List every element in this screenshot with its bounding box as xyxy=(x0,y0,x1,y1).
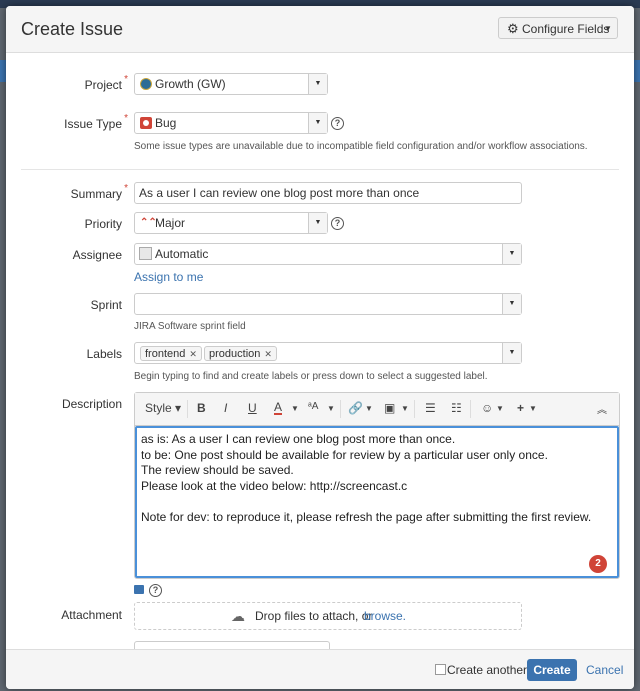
help-icon[interactable]: ? xyxy=(149,584,162,597)
toolbar-separator xyxy=(414,400,415,418)
plus-icon[interactable]: + xyxy=(517,401,524,415)
upload-cloud-icon: ☁ xyxy=(231,608,245,624)
labels-label: Labels xyxy=(86,347,122,361)
bug-icon xyxy=(140,117,152,129)
chevron-down-icon[interactable]: ▼ xyxy=(502,294,521,314)
issue-type-label: Issue Type * xyxy=(64,113,128,131)
chevron-down-icon[interactable]: ▼ xyxy=(308,113,327,133)
create-button[interactable]: Create xyxy=(527,659,577,681)
description-line: to be: One post should be available for … xyxy=(141,448,548,462)
issue-type-select[interactable]: Bug ▼ xyxy=(134,112,328,134)
assign-to-me-link[interactable]: Assign to me xyxy=(134,270,203,284)
chevron-down-icon[interactable]: ▼ xyxy=(529,404,537,413)
editor-mode-icon[interactable] xyxy=(134,585,144,594)
collapse-toolbar-icon[interactable]: ︽ xyxy=(597,401,607,416)
close-icon[interactable]: ✕ xyxy=(264,349,272,359)
configure-fields-button[interactable]: ⚙ Configure Fields ▼ xyxy=(498,17,618,39)
underline-button[interactable]: U xyxy=(248,401,257,415)
chevron-down-icon[interactable]: ▼ xyxy=(496,404,504,413)
required-marker: * xyxy=(124,183,128,194)
chevron-down-icon[interactable]: ▼ xyxy=(365,404,373,413)
description-line: The review should be saved. xyxy=(141,463,294,477)
assignee-label: Assignee xyxy=(72,248,122,262)
text-color-button[interactable]: A xyxy=(274,401,283,415)
chevron-down-icon: ▼ xyxy=(604,24,612,33)
label-tag-text: frontend xyxy=(145,348,186,360)
sprint-note: JIRA Software sprint field xyxy=(134,321,246,332)
project-icon xyxy=(140,78,152,90)
assignee-value: Automatic xyxy=(155,247,209,261)
toolbar-separator xyxy=(470,400,471,418)
label-tag-text: production xyxy=(209,348,261,360)
attachment-dropzone[interactable]: ☁ Drop files to attach, or browse. xyxy=(134,602,522,630)
cancel-link[interactable]: Cancel xyxy=(586,663,623,677)
section-divider xyxy=(21,169,619,170)
chevron-down-icon[interactable]: ▼ xyxy=(308,213,327,233)
style-dropdown[interactable]: Style ▾ xyxy=(145,401,181,415)
editor-toolbar: Style ▾ B I U A ▼ ᵃA ▼ 🔗 ▼ ▣ ▼ ☰ ☷ ☺ ▼ +… xyxy=(135,393,619,426)
label-tag-production[interactable]: production ✕ xyxy=(204,346,277,361)
chevron-down-icon[interactable]: ▼ xyxy=(327,404,335,413)
attachment-label: Attachment xyxy=(61,608,122,622)
priority-value: Major xyxy=(155,216,186,230)
labels-input[interactable]: frontend ✕ production ✕ ▼ xyxy=(134,342,522,364)
description-editor: Style ▾ B I U A ▼ ᵃA ▼ 🔗 ▼ ▣ ▼ ☰ ☷ ☺ ▼ +… xyxy=(134,392,620,579)
required-marker: * xyxy=(124,74,128,85)
numbered-list-icon[interactable]: ☷ xyxy=(451,401,462,415)
bold-button[interactable]: B xyxy=(197,401,206,415)
priority-select[interactable]: ⌃⌃ Major ▼ xyxy=(134,212,328,234)
description-text-area[interactable]: as is: As a user I can review one blog p… xyxy=(135,426,619,578)
link-icon[interactable]: 🔗 xyxy=(348,401,363,415)
chevron-down-icon[interactable]: ▼ xyxy=(502,343,521,363)
label-tag-frontend[interactable]: frontend ✕ xyxy=(140,346,202,361)
toolbar-separator xyxy=(340,400,341,418)
notification-badge: 2 xyxy=(589,555,607,573)
help-icon[interactable]: ? xyxy=(331,217,344,230)
help-icon[interactable]: ? xyxy=(331,117,344,130)
summary-input[interactable]: As a user I can review one blog post mor… xyxy=(134,182,522,204)
assignee-select[interactable]: Automatic ▼ xyxy=(134,243,522,265)
labels-note: Begin typing to find and create labels o… xyxy=(134,371,488,382)
image-icon[interactable]: ▣ xyxy=(384,401,395,415)
bullet-list-icon[interactable]: ☰ xyxy=(425,401,436,415)
emoji-icon[interactable]: ☺ xyxy=(481,401,493,415)
chevron-down-icon[interactable]: ▼ xyxy=(308,74,327,94)
description-label: Description xyxy=(61,397,122,411)
configure-fields-label: Configure Fields xyxy=(522,22,610,36)
issue-type-value: Bug xyxy=(155,116,177,130)
dialog-footer: Create another Create Cancel xyxy=(6,649,634,689)
chevron-down-icon[interactable]: ▼ xyxy=(401,404,409,413)
close-icon[interactable]: ✕ xyxy=(189,349,197,359)
italic-button[interactable]: I xyxy=(224,401,227,415)
gear-icon: ⚙ xyxy=(507,21,519,36)
avatar-icon xyxy=(139,247,152,260)
text-size-button[interactable]: ᵃA xyxy=(308,401,318,412)
toolbar-separator xyxy=(187,400,188,418)
required-marker: * xyxy=(124,113,128,124)
dialog-title: Create Issue xyxy=(21,19,124,39)
dialog-header: Create Issue ⚙ Configure Fields ▼ xyxy=(6,6,634,53)
project-label: Project * xyxy=(84,74,128,92)
project-value: Growth (GW) xyxy=(155,77,226,91)
summary-label: Summary * xyxy=(70,183,128,201)
description-line: Please look at the video below: http://s… xyxy=(141,479,408,493)
dropzone-text: Drop files to attach, or xyxy=(255,609,373,623)
chevron-down-icon[interactable]: ▼ xyxy=(502,244,521,264)
create-another-checkbox[interactable] xyxy=(435,664,446,675)
description-line: Note for dev: to reproduce it, please re… xyxy=(141,510,592,524)
description-line: as is: As a user I can review one blog p… xyxy=(141,432,456,446)
browse-link[interactable]: browse. xyxy=(364,603,406,629)
chevron-down-icon[interactable]: ▼ xyxy=(291,404,299,413)
issue-type-note: Some issue types are unavailable due to … xyxy=(134,141,588,152)
create-another-label: Create another xyxy=(447,663,528,677)
sprint-label: Sprint xyxy=(90,298,122,312)
priority-label: Priority xyxy=(84,217,122,231)
create-issue-dialog: Create Issue ⚙ Configure Fields ▼ Projec… xyxy=(6,6,634,689)
project-select[interactable]: Growth (GW) ▼ xyxy=(134,73,328,95)
sprint-select[interactable]: ▼ xyxy=(134,293,522,315)
